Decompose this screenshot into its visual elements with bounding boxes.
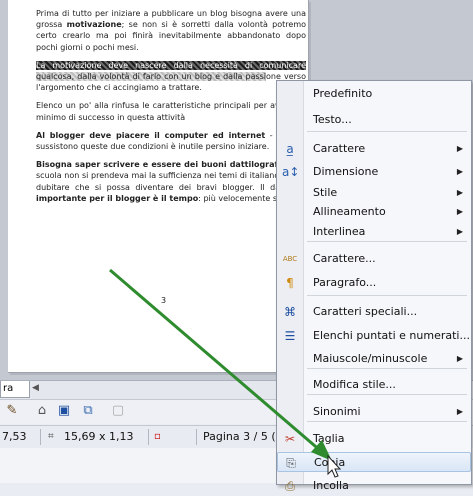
mouse-cursor-icon <box>327 454 342 478</box>
annotation-arrow <box>109 268 342 478</box>
